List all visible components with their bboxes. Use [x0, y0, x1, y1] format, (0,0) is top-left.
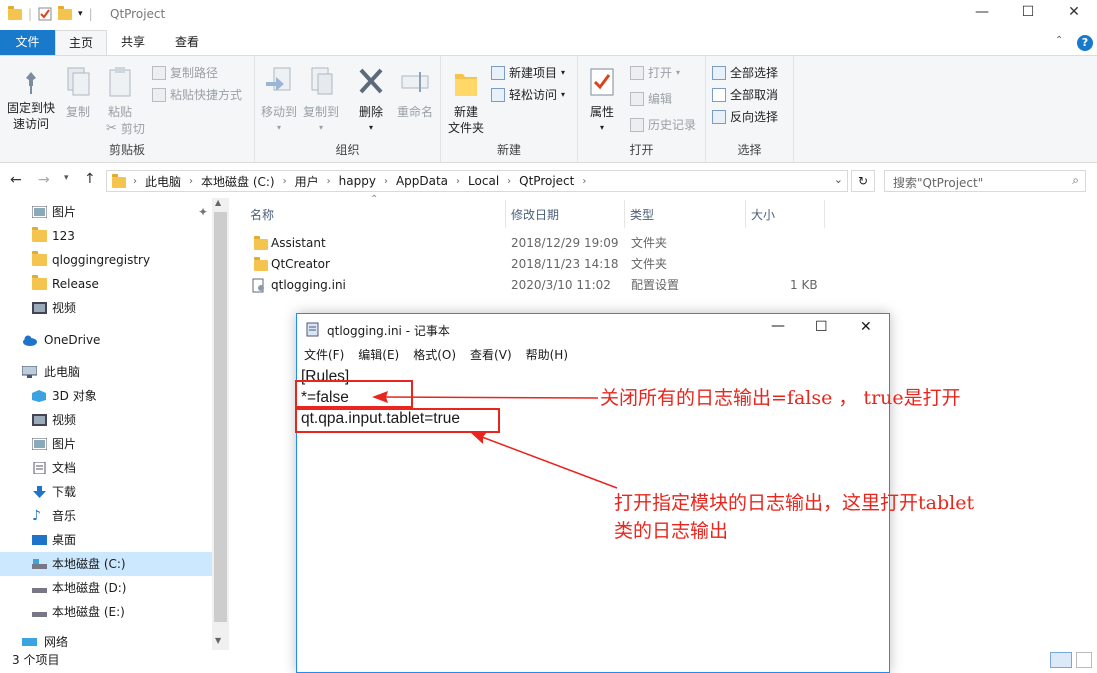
arrow-line	[375, 396, 599, 399]
arrow-head-icon	[372, 391, 388, 403]
highlight-box-false	[295, 380, 413, 408]
highlight-box-tablet	[295, 408, 500, 433]
annotation-disable-all: 关闭所有的日志输出=false ， true是打开	[600, 387, 961, 409]
annotation-enable-module-2: 类的日志输出	[614, 520, 729, 542]
arrow-line	[473, 433, 618, 489]
annotation-enable-module: 打开指定模块的日志输出，这里打开tablet	[614, 492, 975, 514]
annotation-overlay	[295, 380, 618, 489]
file-explorer-window: | ▾ | QtProject — ☐ ✕ 文件 主页 共享 查看 ⌃ ? 固定…	[0, 0, 1097, 673]
